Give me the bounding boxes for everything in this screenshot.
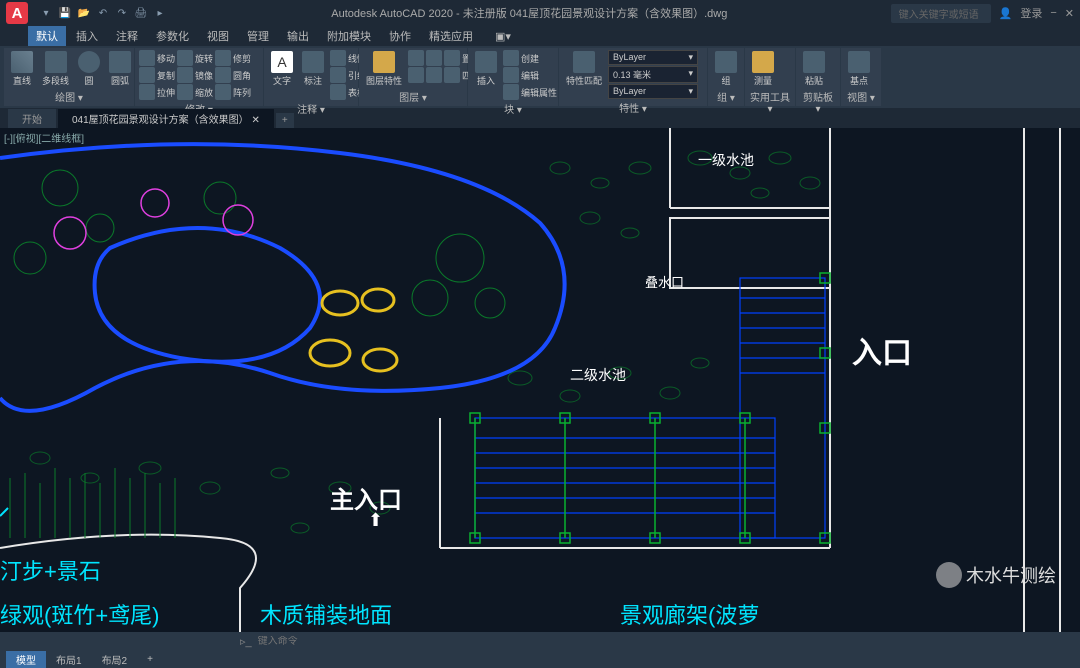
window-title: Autodesk AutoCAD 2020 - 未注册版 041屋顶花园景观设计… — [168, 5, 891, 21]
watermark: 木水牛测绘 — [936, 562, 1056, 588]
label-wood-floor: 木质铺装地面 — [260, 598, 392, 630]
viewport-label[interactable]: [-][俯视][二维线框] — [4, 130, 84, 145]
command-line[interactable]: ▹_ — [0, 632, 1080, 650]
edit-attr-icon[interactable] — [503, 84, 519, 100]
circle-button[interactable]: 圆 — [75, 50, 103, 88]
qat-save-icon[interactable]: 💾 — [57, 5, 73, 21]
polyline-button[interactable]: 多段线 — [39, 50, 72, 88]
command-prompt-icon: ▹_ — [240, 635, 252, 648]
array-icon[interactable] — [215, 84, 231, 100]
arrow-up-icon: ⬆ — [368, 510, 383, 531]
create-block-icon[interactable] — [503, 50, 519, 66]
basepoint-button[interactable]: 基点 — [845, 50, 873, 88]
user-icon[interactable]: 👤 — [999, 7, 1013, 20]
new-tab-button[interactable]: + — [276, 113, 294, 128]
panel-draw-label[interactable]: 绘图 ▾ — [8, 88, 130, 104]
copy-icon[interactable] — [139, 67, 155, 83]
minimize-icon[interactable]: − — [1050, 7, 1056, 19]
panel-block-label[interactable]: 块 ▾ — [472, 100, 554, 116]
tab-addins[interactable]: 附加模块 — [319, 26, 379, 46]
tab-featured[interactable]: 精选应用 — [421, 26, 481, 46]
label-entrance: 入口 — [852, 328, 912, 372]
qat-redo-icon[interactable]: ↷ — [114, 5, 130, 21]
qat-open-icon[interactable]: 📂 — [76, 5, 92, 21]
lineweight-combo[interactable]: 0.13 毫米▾ — [608, 66, 698, 83]
qat-print-icon[interactable]: 🖨 — [133, 5, 149, 21]
qat-undo-icon[interactable]: ↶ — [95, 5, 111, 21]
label-bamboo: 绿观(斑竹+鸢尾) — [0, 598, 160, 630]
document-tab[interactable]: 041屋顶花园景观设计方案（含效果图） ✕ — [58, 109, 274, 128]
stretch-icon[interactable] — [139, 84, 155, 100]
label-main-entrance: 主入口 — [330, 480, 402, 515]
tab-annotate[interactable]: 注释 — [108, 26, 146, 46]
arc-button[interactable]: 圆弧 — [106, 50, 134, 88]
tab-view[interactable]: 视图 — [199, 26, 237, 46]
layout-tab-2[interactable]: 布局2 — [92, 651, 138, 668]
command-input[interactable] — [258, 636, 458, 647]
panel-layers-label[interactable]: 图层 ▾ — [363, 88, 463, 104]
layer-iso-icon[interactable] — [408, 67, 424, 83]
edit-block-icon[interactable] — [503, 67, 519, 83]
rotate-icon[interactable] — [177, 50, 193, 66]
layer-thaw-icon[interactable] — [444, 67, 460, 83]
drawing-canvas[interactable]: [-][俯视][二维线框] 一级水池 二级水池 叠水口 主入口 ⬆ 入口 汀步+… — [0, 128, 1080, 632]
fillet-icon[interactable] — [215, 67, 231, 83]
label-pergola: 景观廊架(波萝 — [620, 598, 759, 630]
app-logo[interactable]: A — [6, 2, 28, 24]
panel-view-label[interactable]: 视图 ▾ — [845, 88, 877, 104]
panel-clip-label[interactable]: 剪贴板 ▾ — [800, 88, 836, 115]
label-step-stone: 汀步+景石 — [0, 554, 101, 586]
tab-default[interactable]: 默认 — [28, 26, 66, 46]
login-link[interactable]: 登录 — [1020, 5, 1042, 21]
label-outlet: 叠水口 — [645, 272, 684, 291]
tab-manage[interactable]: 管理 — [239, 26, 277, 46]
panel-util-label[interactable]: 实用工具 ▾ — [749, 88, 791, 115]
tab-parametric[interactable]: 参数化 — [148, 26, 197, 46]
scale-icon[interactable] — [177, 84, 193, 100]
linear-icon[interactable] — [330, 50, 346, 66]
close-icon[interactable]: ✕ — [1065, 7, 1074, 20]
layer-on-icon[interactable] — [408, 50, 424, 66]
qat-menu-icon[interactable]: ▾ — [38, 5, 54, 21]
leader-icon[interactable] — [330, 67, 346, 83]
wechat-icon — [936, 562, 962, 588]
tab-collab[interactable]: 协作 — [381, 26, 419, 46]
tab-insert[interactable]: 插入 — [68, 26, 106, 46]
label-pool2: 二级水池 — [570, 365, 626, 385]
text-button[interactable]: A文字 — [268, 50, 296, 88]
line-button[interactable]: 直线 — [8, 50, 36, 88]
mirror-icon[interactable] — [177, 67, 193, 83]
layout-add-button[interactable]: + — [137, 653, 163, 666]
label-pool1: 一级水池 — [698, 150, 754, 170]
tab-expand-icon[interactable]: ▣▾ — [487, 28, 519, 45]
layer-off-icon[interactable] — [426, 67, 442, 83]
linetype-combo[interactable]: ByLayer▾ — [608, 84, 698, 99]
panel-props-label[interactable]: 特性 ▾ — [563, 99, 703, 115]
layout-tab-model[interactable]: 模型 — [6, 651, 46, 668]
tab-output[interactable]: 输出 — [279, 26, 317, 46]
move-icon[interactable] — [139, 50, 155, 66]
paste-button[interactable]: 粘贴 — [800, 50, 828, 88]
start-tab[interactable]: 开始 — [8, 109, 56, 128]
insert-block-button[interactable]: 插入 — [472, 50, 500, 88]
layout-tab-1[interactable]: 布局1 — [46, 651, 92, 668]
match-props-button[interactable]: 特性匹配 — [563, 50, 605, 88]
measure-button[interactable]: 测量 — [749, 50, 777, 88]
layer-lock-icon[interactable] — [444, 50, 460, 66]
panel-group-label[interactable]: 组 ▾ — [712, 88, 740, 104]
color-combo[interactable]: ByLayer▾ — [608, 50, 698, 65]
trim-icon[interactable] — [215, 50, 231, 66]
ribbon-tabs: 默认 插入 注释 参数化 视图 管理 输出 附加模块 协作 精选应用 ▣▾ — [0, 26, 1080, 46]
help-search-input[interactable]: 键入关键字或短语 — [891, 4, 991, 23]
layer-freeze-icon[interactable] — [426, 50, 442, 66]
table-icon[interactable] — [330, 84, 346, 100]
qat-share-icon[interactable]: ▸ — [152, 5, 168, 21]
group-button[interactable]: 组 — [712, 50, 740, 88]
dimension-button[interactable]: 标注 — [299, 50, 327, 88]
layer-props-button[interactable]: 图层特性 — [363, 50, 405, 88]
